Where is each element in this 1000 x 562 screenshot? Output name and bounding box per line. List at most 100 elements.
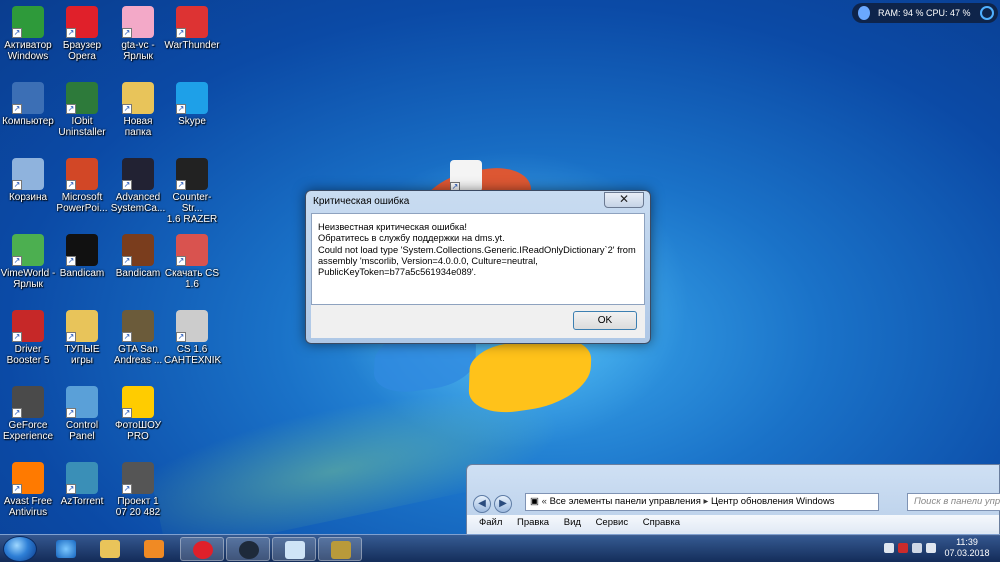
address-bar[interactable]: ▣ « Все элементы панели управления ▸ Цен… (525, 493, 879, 511)
desktop-icon[interactable]: ↗ Браузер Opera (54, 6, 110, 62)
dialog-line: assembly 'mscorlib, Version=4.0.0.0, Cul… (318, 255, 538, 266)
app-icon: ↗ (12, 462, 44, 494)
shortcut-arrow-icon: ↗ (12, 256, 22, 266)
forward-button[interactable]: ▶ (494, 495, 512, 513)
shortcut-arrow-icon: ↗ (176, 332, 186, 342)
dialog-close-button[interactable]: ✕ (604, 192, 644, 208)
system-monitor-text: RAM: 94 % CPU: 47 % (878, 8, 971, 18)
back-button[interactable]: ◀ (473, 495, 491, 513)
taskbar-opera-button[interactable] (180, 537, 224, 561)
app-icon: ↗ (12, 82, 44, 114)
app-icon: ↗ (122, 234, 154, 266)
desktop-icon[interactable]: ↗ Новая папка (110, 82, 166, 138)
cpu-gauge-icon (980, 6, 994, 20)
taskbar-control-panel-button[interactable] (272, 537, 316, 561)
systemcare-icon (239, 541, 259, 559)
clock-date: 07.03.2018 (944, 548, 990, 558)
desktop-icon[interactable]: ↗ Counter-Str... 1.6 RAZER (164, 158, 220, 225)
dialog-line: PublicKeyToken=b77a5c561934e089'. (318, 267, 477, 278)
ie-icon (56, 540, 76, 558)
breadcrumb-item[interactable]: Центр обновления Windows (711, 496, 835, 507)
app-icon: ↗ (66, 82, 98, 114)
show-hidden-icons[interactable] (884, 543, 894, 553)
system-monitor-widget: RAM: 94 % CPU: 47 % (852, 3, 998, 23)
app-icon: ↗ (176, 234, 208, 266)
desktop-icon[interactable]: ↗ Активатор Windows (0, 6, 56, 62)
shortcut-arrow-icon: ↗ (66, 484, 76, 494)
desktop-icon[interactable]: ↗ gta-vc - Ярлык (110, 6, 166, 62)
opera-icon (193, 541, 213, 559)
desktop-icon-label: Bandicam (115, 268, 161, 279)
taskbar-explorer-button[interactable] (88, 537, 132, 561)
desktop-icon[interactable]: ↗ CS 1.6 CAHTEXNIK (164, 310, 222, 366)
flag-icon[interactable] (912, 543, 922, 553)
desktop-icon[interactable]: ↗ Microsoft PowerPoi... (54, 158, 110, 214)
desktop-icon[interactable]: ↗ IObit Uninstaller (54, 82, 110, 138)
ok-button[interactable]: OK (573, 311, 637, 330)
desktop-icon[interactable]: ↗ Bandicam (110, 234, 166, 279)
app-icon: ↗ (12, 310, 44, 342)
desktop-icon[interactable]: ↗ Bandicam (54, 234, 110, 279)
app-icon: ↗ (66, 310, 98, 342)
menu-tools[interactable]: Сервис (596, 517, 629, 528)
search-input[interactable]: Поиск в панели упр (907, 493, 1000, 511)
dialog-message: Неизвестная критическая ошибка! Обратите… (311, 213, 645, 305)
breadcrumb-item[interactable]: Все элементы панели управления (550, 496, 701, 507)
desktop-icon[interactable]: ↗ Скачать CS 1.6 (164, 234, 220, 290)
taskbar-ie-button[interactable] (44, 537, 88, 561)
shortcut-arrow-icon: ↗ (176, 28, 186, 38)
desktop-icon-label: Компьютер (2, 116, 54, 127)
shortcut-arrow-icon: ↗ (66, 408, 76, 418)
network-icon[interactable] (898, 543, 908, 553)
app-icon: ↗ (176, 82, 208, 114)
desktop-icon[interactable]: ↗ Avast Free Antivirus (0, 462, 56, 518)
app-icon: ↗ (12, 234, 44, 266)
taskbar-advanced-systemcare-button[interactable] (226, 537, 270, 561)
dialog-line: Обратитесь в службу поддержки на dms.yt. (318, 233, 505, 244)
desktop-icon[interactable]: ↗ Driver Booster 5 (0, 310, 56, 366)
desktop-icon-label: gta-vc - Ярлык (121, 40, 155, 62)
desktop-icon-label: VimeWorld - Ярлык (0, 268, 56, 290)
menu-file[interactable]: Файл (479, 517, 502, 528)
shortcut-arrow-icon: ↗ (12, 408, 22, 418)
desktop-icon-label: Driver Booster 5 (6, 344, 50, 366)
desktop-icon[interactable]: ↗ Advanced SystemCa... (110, 158, 166, 214)
taskbar-media-button[interactable] (132, 537, 176, 561)
shortcut-arrow-icon: ↗ (122, 484, 132, 494)
desktop-icon[interactable]: ↗ GeForce Experience (0, 386, 56, 442)
taskbar-app-button[interactable] (318, 537, 362, 561)
desktop-icon-label: IObit Uninstaller (58, 116, 106, 138)
app-icon: ↗ (122, 6, 154, 38)
shortcut-arrow-icon: ↗ (122, 28, 132, 38)
dialog-line: Неизвестная критическая ошибка! (318, 222, 467, 232)
volume-icon[interactable] (926, 543, 936, 553)
app-icon: ↗ (66, 462, 98, 494)
desktop-icon[interactable]: ↗ Корзина (0, 158, 56, 203)
desktop-icon[interactable]: ↗ Компьютер (0, 82, 56, 127)
shortcut-arrow-icon: ↗ (122, 104, 132, 114)
desktop-icon[interactable]: ↗ Проект 1 07 20 482 (110, 462, 166, 518)
desktop-icon-label: Проект 1 07 20 482 (115, 496, 161, 518)
desktop-icon[interactable]: ↗ Control Panel (54, 386, 110, 442)
folder-icon (100, 540, 120, 558)
desktop-icon[interactable]: ↗ Skype (164, 82, 220, 127)
start-button[interactable] (3, 536, 37, 562)
desktop-icon-label: AzTorrent (60, 496, 104, 507)
desktop-icon[interactable]: ↗ WarThunder (164, 6, 220, 51)
desktop-icon[interactable]: ↗ GTA San Andreas ... (110, 310, 166, 366)
desktop-icon-label: CS 1.6 CAHTEXNIK (164, 344, 222, 366)
desktop-icon-label: Новая папка (123, 116, 153, 138)
desktop-icon-label: Control Panel (65, 420, 99, 442)
app-icon: ↗ (176, 310, 208, 342)
desktop-icon[interactable]: ↗ VimeWorld - Ярлык (0, 234, 56, 290)
desktop-icon[interactable]: ↗ ФотоШОУ PRO (110, 386, 166, 442)
desktop-icon[interactable]: ↗ AzTorrent (54, 462, 110, 507)
menu-view[interactable]: Вид (564, 517, 581, 528)
clock[interactable]: 11:39 07.03.2018 (942, 537, 992, 559)
desktop-icon-label: ФотоШОУ PRO (114, 420, 162, 442)
menu-edit[interactable]: Правка (517, 517, 549, 528)
shortcut-arrow-icon: ↗ (12, 332, 22, 342)
menu-help[interactable]: Справка (643, 517, 680, 528)
shortcut-arrow-icon: ↗ (66, 332, 76, 342)
desktop-icon[interactable]: ↗ ТУПЫЕ игры (54, 310, 110, 366)
